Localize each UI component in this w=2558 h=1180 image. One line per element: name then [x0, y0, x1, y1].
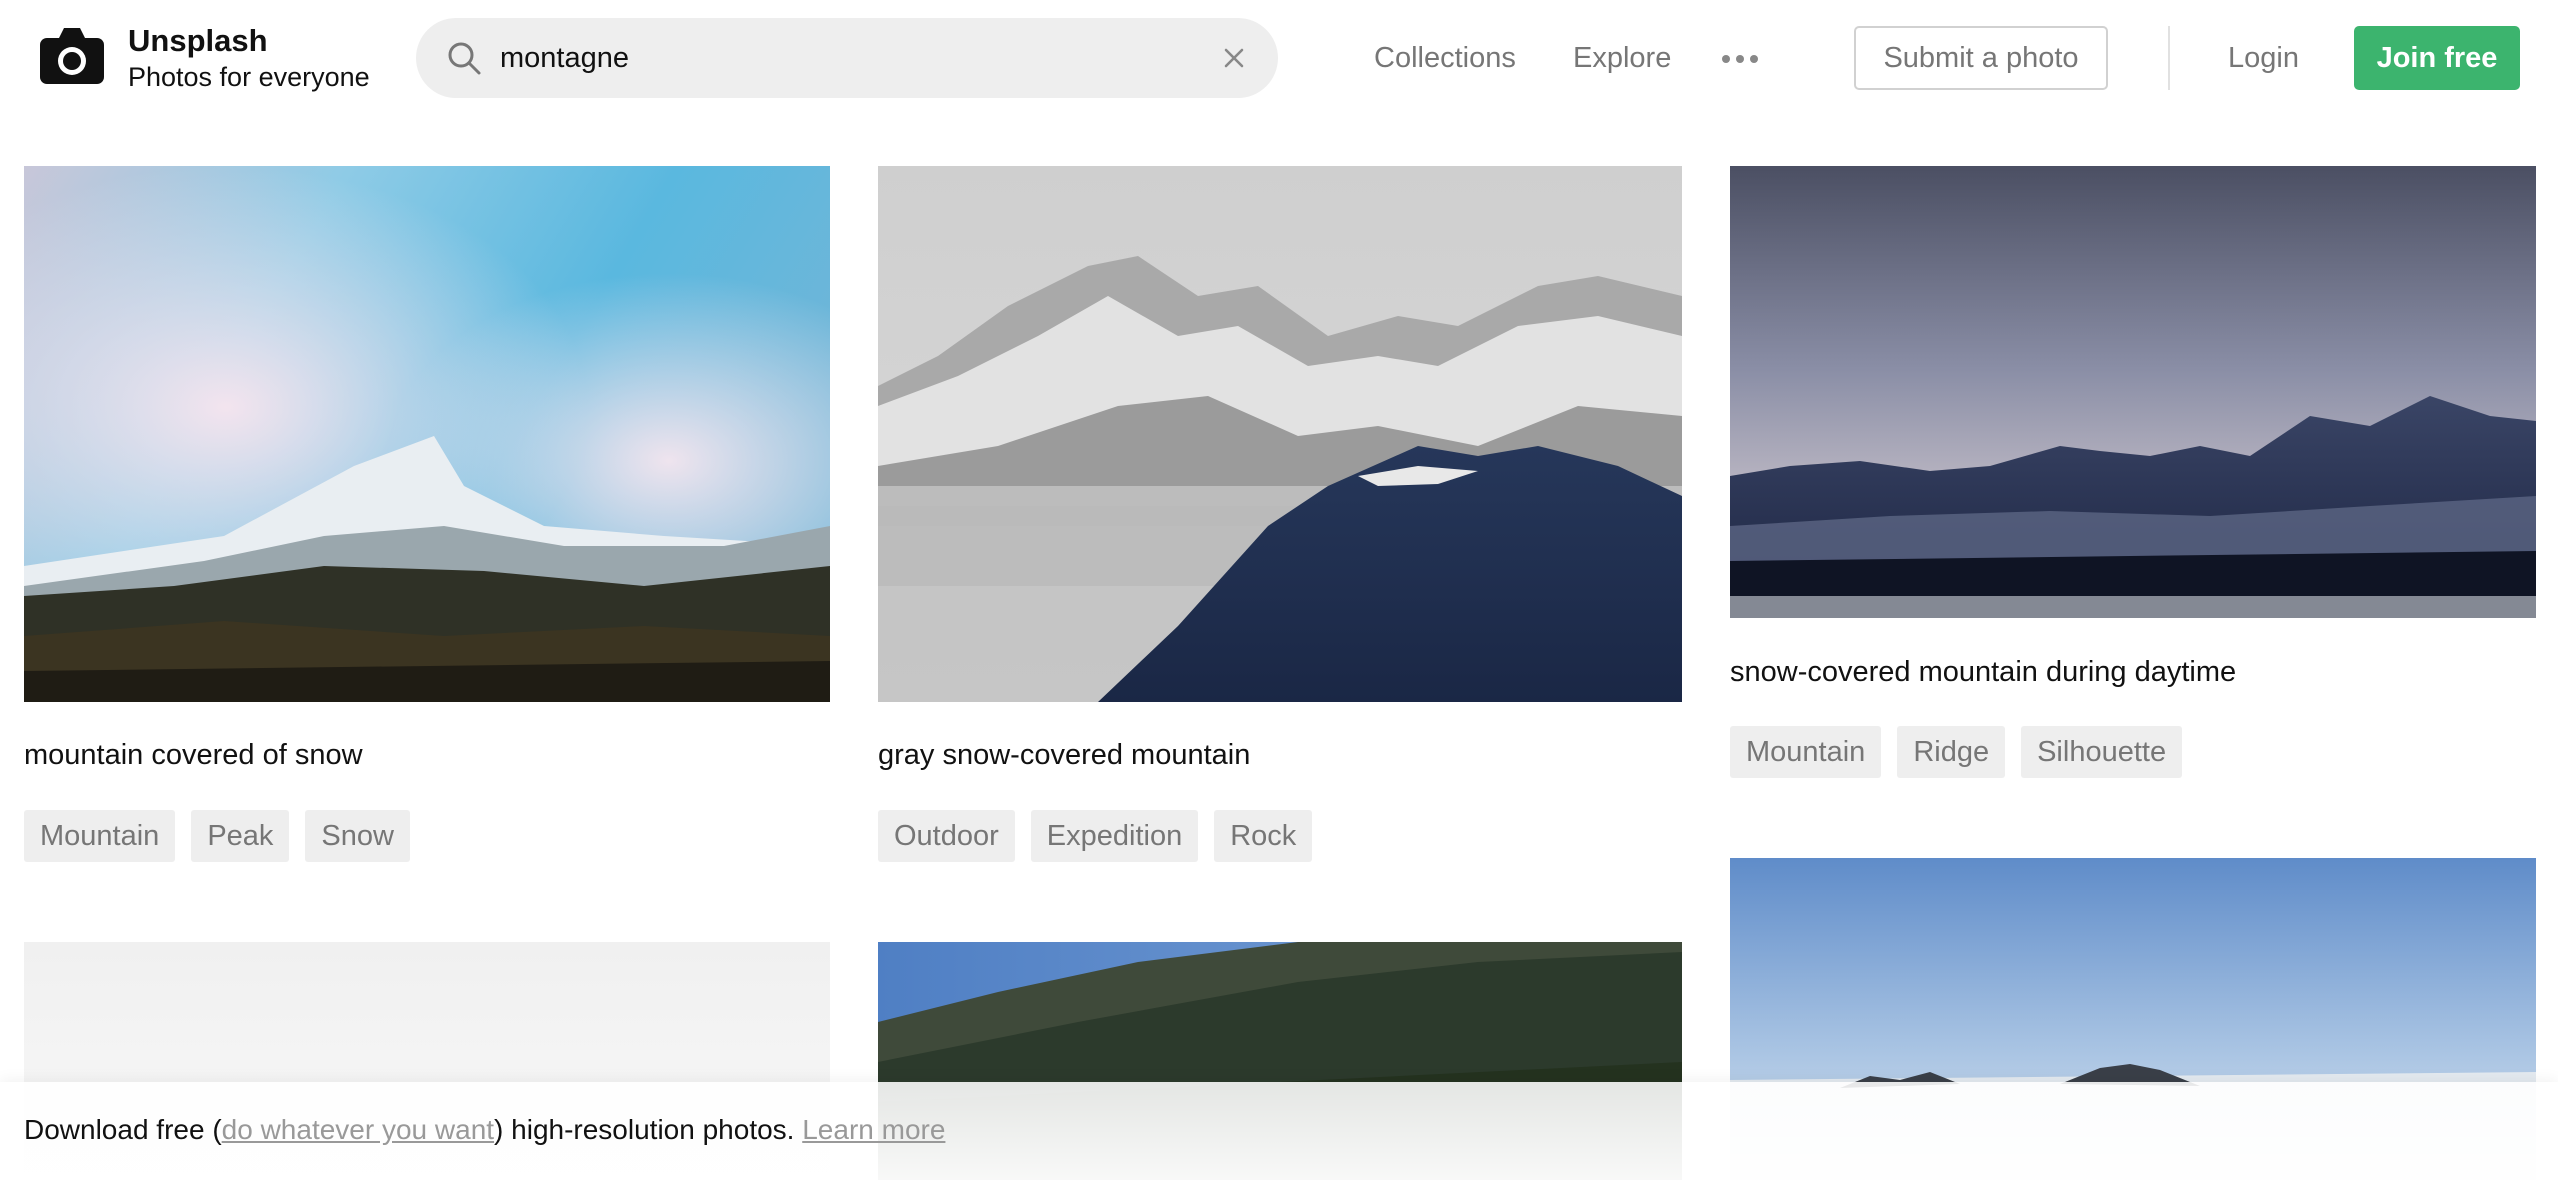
tag-list: Mountain Peak Snow: [24, 810, 410, 862]
brand-name[interactable]: Unsplash: [128, 22, 370, 60]
search-input[interactable]: [500, 32, 1200, 84]
tag-outdoor[interactable]: Outdoor: [878, 810, 1015, 862]
nav-collections-link[interactable]: Collections: [1374, 36, 1516, 80]
top-navbar: Unsplash Photos for everyone Collections…: [0, 0, 2558, 116]
submit-photo-button[interactable]: Submit a photo: [1854, 26, 2108, 90]
photo-snow-covered-mountain-during-daytime[interactable]: [1730, 166, 2536, 618]
photo-caption: gray snow-covered mountain: [878, 739, 1251, 771]
tag-list: Outdoor Expedition Rock: [878, 810, 1313, 862]
photo-image: [24, 166, 830, 702]
photo-caption: snow-covered mountain during daytime: [1730, 656, 2237, 688]
camera-icon[interactable]: [40, 26, 104, 84]
banner-middle: ) high-resolution photos.: [494, 1114, 795, 1145]
photo-gray-snow-covered-mountain[interactable]: [878, 166, 1682, 702]
tag-ridge[interactable]: Ridge: [1897, 726, 2006, 778]
tag-mountain[interactable]: Mountain: [1730, 726, 1882, 778]
nav-explore-link[interactable]: Explore: [1573, 36, 1671, 80]
tag-silhouette[interactable]: Silhouette: [2021, 726, 2183, 778]
join-free-button[interactable]: Join free: [2354, 26, 2520, 90]
brand-tagline: Photos for everyone: [128, 62, 370, 92]
login-link[interactable]: Login: [2228, 36, 2299, 80]
photo-caption: mountain covered of snow: [24, 739, 363, 771]
license-banner: Download free (do whatever you want) hig…: [0, 1082, 2558, 1180]
tag-expedition[interactable]: Expedition: [1030, 810, 1199, 862]
tag-mountain[interactable]: Mountain: [24, 810, 176, 862]
tag-snow[interactable]: Snow: [305, 810, 410, 862]
close-icon[interactable]: [1220, 44, 1248, 72]
photo-image: [878, 166, 1682, 702]
tag-list: Mountain Ridge Silhouette: [1730, 726, 2183, 778]
tag-rock[interactable]: Rock: [1214, 810, 1313, 862]
nav-divider: [2168, 26, 2170, 90]
search-bar[interactable]: [416, 18, 1278, 98]
license-link[interactable]: do whatever you want: [222, 1114, 494, 1145]
banner-text: Download free (do whatever you want) hig…: [24, 1110, 945, 1150]
photo-image: [1730, 166, 2536, 618]
learn-more-link[interactable]: Learn more: [802, 1114, 945, 1145]
photo-mountain-covered-of-snow[interactable]: [24, 166, 830, 702]
more-dots-icon[interactable]: [1720, 48, 1760, 70]
brand[interactable]: Unsplash Photos for everyone: [128, 22, 370, 94]
search-icon: [448, 42, 481, 75]
banner-prefix: Download free (: [24, 1114, 222, 1145]
tag-peak[interactable]: Peak: [191, 810, 290, 862]
